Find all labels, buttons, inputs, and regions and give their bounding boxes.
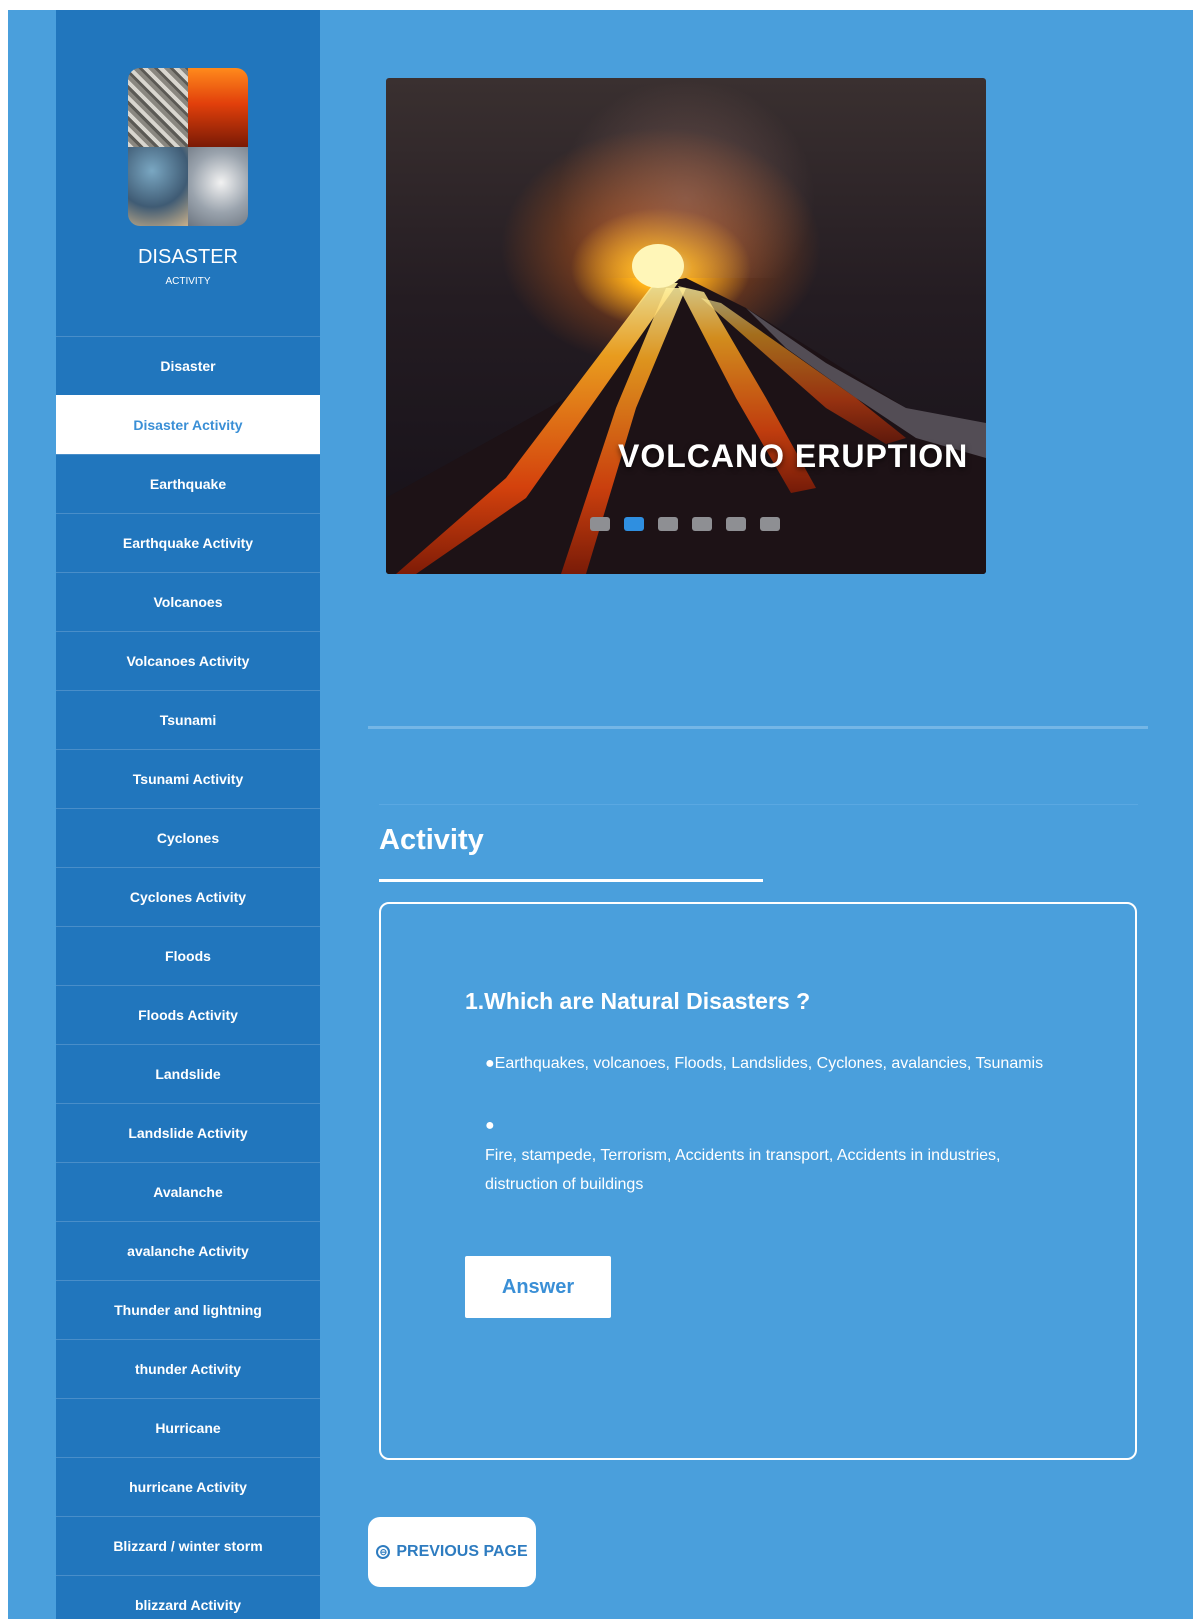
sidebar-item-landslide[interactable]: Landslide (56, 1044, 320, 1103)
thin-divider (379, 804, 1138, 805)
carousel-dot[interactable] (590, 517, 610, 531)
sidebar-item-thunder-activity[interactable]: thunder Activity (56, 1339, 320, 1398)
option-man-made-disasters[interactable]: Fire, stampede, Terrorism, Accidents in … (485, 1141, 1005, 1199)
logo-earthquake-tile (128, 68, 188, 147)
image-carousel[interactable]: VOLCANO ERUPTION (386, 78, 986, 574)
brand-title: DISASTER (137, 246, 239, 268)
carousel-dot[interactable] (760, 517, 780, 531)
logo-flood-tile (128, 147, 188, 226)
slide-caption: VOLCANO ERUPTION (618, 438, 969, 474)
carousel-dot[interactable] (692, 517, 712, 531)
sidebar-item-floods-activity[interactable]: Floods Activity (56, 985, 320, 1044)
answer-button[interactable]: Answer (465, 1256, 611, 1318)
previous-page-button[interactable]: ⊖ PREVIOUS PAGE (368, 1517, 536, 1587)
sidebar-item-tsunami[interactable]: Tsunami (56, 690, 320, 749)
sidebar-item-disaster-activity[interactable]: Disaster Activity (56, 395, 320, 454)
activity-heading: Activity (379, 824, 484, 856)
volcano-illustration (386, 244, 986, 574)
eruption-glow (632, 244, 684, 288)
carousel-dot[interactable] (658, 517, 678, 531)
sidebar-item-volcanoes[interactable]: Volcanoes (56, 572, 320, 631)
carousel-dot[interactable] (726, 517, 746, 531)
logo-cyclone-tile (188, 147, 248, 226)
previous-page-label: PREVIOUS PAGE (396, 1543, 528, 1560)
page: DISASTER ACTIVITY Disaster Disaster Activ… (8, 10, 1193, 1619)
sidebar-nav: Disaster Disaster Activity Earthquake Earth… (56, 336, 320, 1619)
sidebar-item-volcanoes-activity[interactable]: Volcanoes Activity (56, 631, 320, 690)
sidebar-item-avalanche[interactable]: Avalanche (56, 1162, 320, 1221)
sidebar-item-hurricane[interactable]: Hurricane (56, 1398, 320, 1457)
sidebar-item-earthquake-activity[interactable]: Earthquake Activity (56, 513, 320, 572)
sidebar-item-cyclones-activity[interactable]: Cyclones Activity (56, 867, 320, 926)
sidebar-item-avalanche-activity[interactable]: avalanche Activity (56, 1221, 320, 1280)
sidebar-item-blizzard-winter-storm[interactable]: Blizzard / winter storm (56, 1516, 320, 1575)
sidebar-item-landslide-activity[interactable]: Landslide Activity (56, 1103, 320, 1162)
circle-arrow-left-icon: ⊖ (376, 1545, 391, 1559)
sidebar-item-blizzard-activity[interactable]: blizzard Activity (56, 1575, 320, 1619)
sidebar-item-cyclones[interactable]: Cyclones (56, 808, 320, 867)
sidebar-item-tsunami-activity[interactable]: Tsunami Activity (56, 749, 320, 808)
sidebar: DISASTER ACTIVITY Disaster Disaster Activ… (56, 10, 320, 1619)
brand-subtitle: ACTIVITY (165, 276, 211, 287)
section-divider (368, 726, 1148, 729)
logo-fire-tile (188, 68, 248, 147)
option-bullet: ● (485, 1117, 495, 1134)
heading-underline (379, 879, 763, 882)
sidebar-item-floods[interactable]: Floods (56, 926, 320, 985)
sidebar-item-disaster[interactable]: Disaster (56, 336, 320, 395)
carousel-indicators (590, 517, 780, 531)
sidebar-item-earthquake[interactable]: Earthquake (56, 454, 320, 513)
logo[interactable] (128, 68, 248, 226)
question-text: 1.Which are Natural Disasters ? (465, 988, 811, 1014)
sidebar-item-thunder-and-lightning[interactable]: Thunder and lightning (56, 1280, 320, 1339)
sidebar-item-hurricane-activity[interactable]: hurricane Activity (56, 1457, 320, 1516)
brand-block: DISASTER ACTIVITY (56, 10, 320, 336)
carousel-dot[interactable] (624, 517, 644, 531)
question-card: 1.Which are Natural Disasters ? ●Earthqu… (379, 902, 1137, 1460)
option-natural-disasters[interactable]: ●Earthquakes, volcanoes, Floods, Landsli… (485, 1049, 1043, 1078)
